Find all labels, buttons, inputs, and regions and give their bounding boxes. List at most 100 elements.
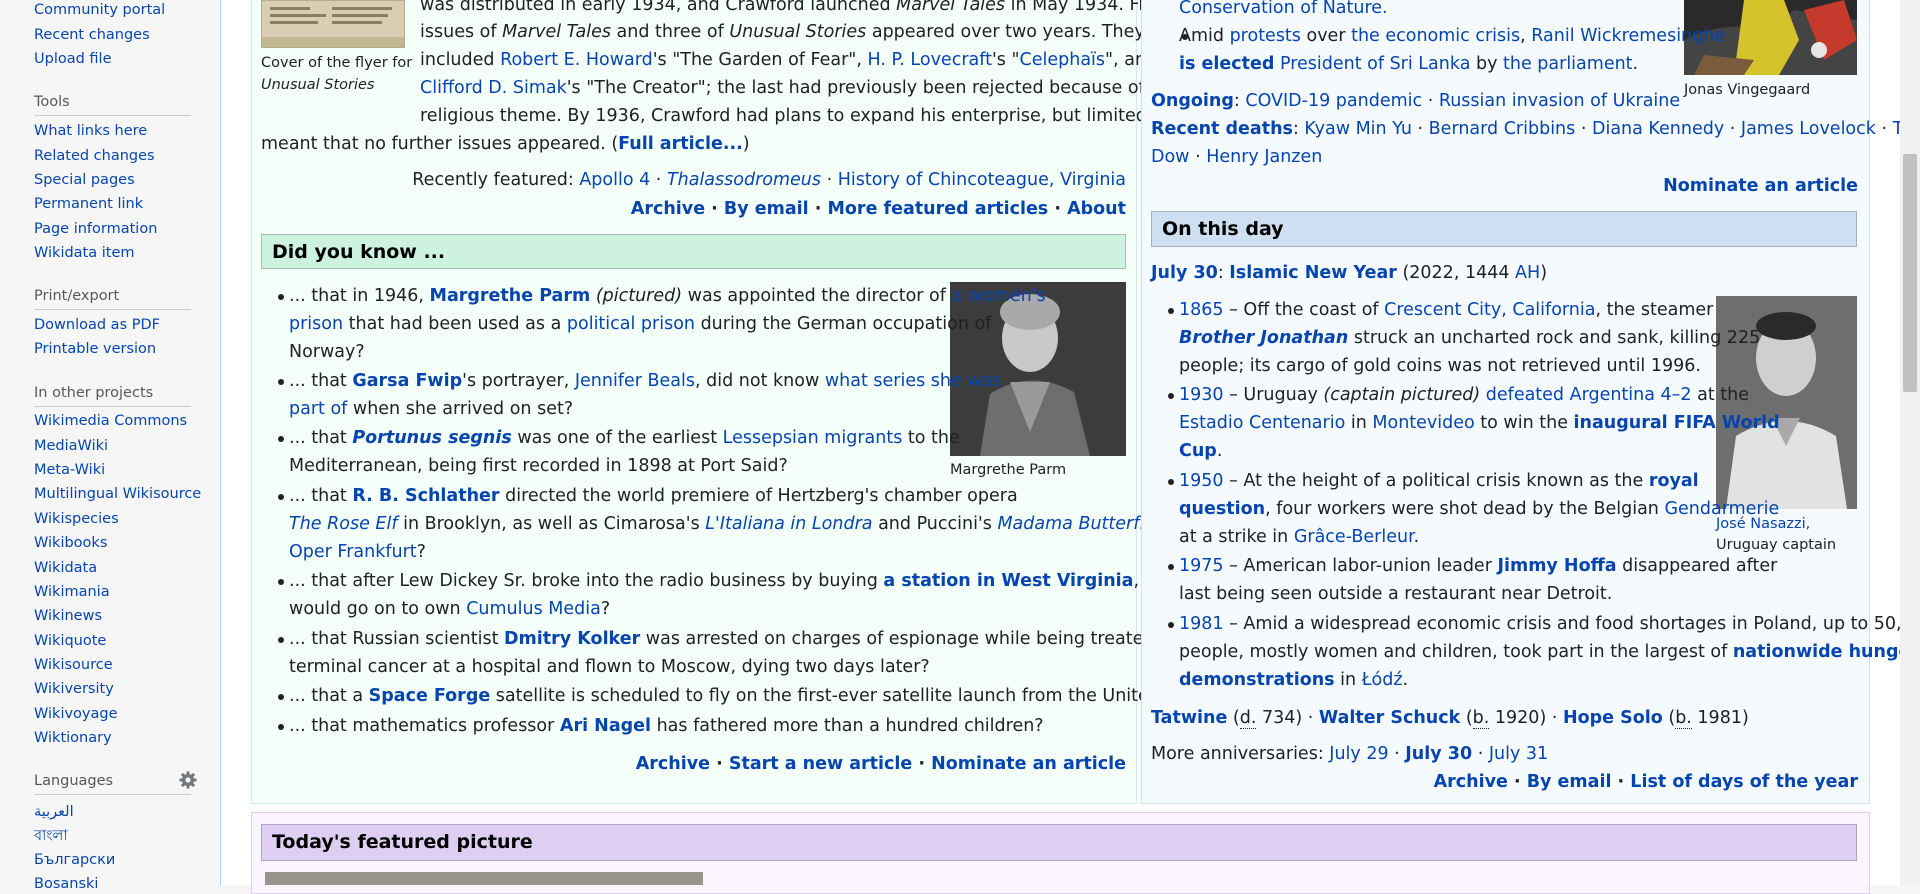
link[interactable]: R. B. Schlather <box>352 486 499 506</box>
link[interactable]: Hope Solo <box>1563 708 1663 728</box>
archive-link[interactable]: Archive <box>1434 772 1508 792</box>
link[interactable]: prison <box>289 314 343 334</box>
link[interactable]: The Rose Elf <box>289 514 398 534</box>
archive-link[interactable]: Archive <box>636 754 710 774</box>
sidebar-item-project[interactable]: Wikinews <box>34 607 102 625</box>
link[interactable]: Walter Schuck <box>1319 708 1460 728</box>
link[interactable]: Oper Frankfurt <box>289 542 417 562</box>
link[interactable]: Cup <box>1179 441 1217 461</box>
link[interactable]: a station in West Virginia <box>883 571 1133 591</box>
link[interactable]: Islamic New Year <box>1229 263 1397 283</box>
language-link[interactable]: Български <box>34 851 115 869</box>
link[interactable]: nationwide hunger <box>1733 642 1919 662</box>
link[interactable]: Conservation of Nature. <box>1179 0 1388 18</box>
sidebar-item-project[interactable]: Wikibooks <box>34 534 107 552</box>
link[interactable]: political prison <box>567 314 695 334</box>
sidebar-item-project[interactable]: Wikidata <box>34 559 97 577</box>
link[interactable]: Tatwine <box>1151 708 1227 728</box>
language-link[interactable]: বাংলা <box>34 827 68 845</box>
link[interactable]: Kyaw Min Yu <box>1304 119 1412 139</box>
link[interactable]: the economic crisis <box>1351 26 1520 46</box>
sidebar-item-project[interactable]: Meta-Wiki <box>34 461 105 479</box>
link[interactable]: Margrethe Parm <box>430 286 591 306</box>
link[interactable]: Cumulus Media <box>466 599 601 619</box>
link[interactable]: President of Sri Lanka <box>1274 54 1470 74</box>
year-link[interactable]: 1950 <box>1179 471 1224 491</box>
link[interactable]: Jennifer Beals <box>575 371 695 391</box>
featured-picture-image[interactable] <box>265 872 703 885</box>
link[interactable]: demonstrations <box>1179 670 1335 690</box>
sidebar-item-related-changes[interactable]: Related changes <box>34 147 155 165</box>
link[interactable]: the parliament <box>1503 54 1633 74</box>
link[interactable]: question <box>1179 499 1265 519</box>
sidebar-item-recent-changes[interactable]: Recent changes <box>34 26 150 44</box>
link[interactable]: H. P. Lovecraft <box>868 50 992 70</box>
sidebar-item-project[interactable]: Wikimedia Commons <box>34 412 187 430</box>
sidebar-item-project[interactable]: Wikivoyage <box>34 705 118 723</box>
list-of-days-link[interactable]: List of days of the year <box>1630 772 1858 792</box>
start-new-article-link[interactable]: Start a new article <box>729 754 912 774</box>
sidebar-item-what-links-here[interactable]: What links here <box>34 122 147 140</box>
link[interactable]: what series she was <box>825 371 1002 391</box>
link[interactable]: Brother Jonathan <box>1179 328 1348 348</box>
ongoing-label[interactable]: Ongoing <box>1151 91 1234 111</box>
sidebar-item-download-pdf[interactable]: Download as PDF <box>34 316 160 334</box>
year-link[interactable]: 1865 <box>1179 300 1224 320</box>
link[interactable]: part of <box>289 399 347 419</box>
flyer-cover-image[interactable] <box>261 0 405 48</box>
link[interactable]: Ranil Wickremesinghe <box>1531 26 1725 46</box>
link[interactable]: July 29 <box>1329 744 1388 764</box>
sidebar-item-project[interactable]: Wikispecies <box>34 510 119 528</box>
link[interactable]: Robert E. Howard <box>500 50 653 70</box>
gear-icon[interactable] <box>178 770 198 790</box>
link[interactable]: COVID-19 pandemic <box>1245 91 1422 111</box>
link[interactable]: protests <box>1230 26 1301 46</box>
link[interactable]: Russian invasion of Ukraine <box>1439 91 1680 111</box>
link[interactable]: Lessepsian migrants <box>723 428 903 448</box>
year-link[interactable]: 1975 <box>1179 556 1224 576</box>
sidebar-item-project[interactable]: MediaWiki <box>34 437 108 455</box>
link[interactable]: Clifford D. Simak <box>420 78 567 98</box>
nominate-article-link[interactable]: Nominate an article <box>931 754 1126 774</box>
sidebar-item-permanent-link[interactable]: Permanent link <box>34 195 143 213</box>
about-link[interactable]: About <box>1067 199 1126 219</box>
sidebar-item-project[interactable]: Wikiquote <box>34 632 106 650</box>
link[interactable]: Montevideo <box>1372 413 1474 433</box>
recent-deaths-label[interactable]: Recent deaths <box>1151 119 1293 139</box>
link[interactable]: Celephaïs <box>1020 50 1106 70</box>
sidebar-item-printable-version[interactable]: Printable version <box>34 340 156 358</box>
full-article-link[interactable]: Full article... <box>618 134 743 154</box>
link[interactable]: Ari Nagel <box>560 716 651 736</box>
year-link[interactable]: 1930 <box>1179 385 1224 405</box>
link[interactable]: Dow <box>1151 147 1190 167</box>
link[interactable]: Łódź <box>1362 670 1403 690</box>
link[interactable]: is elected <box>1179 54 1274 74</box>
sidebar-item-project[interactable]: Wikiversity <box>34 680 114 698</box>
link[interactable]: Crescent City, California <box>1384 300 1595 320</box>
link[interactable]: Apollo 4 <box>579 170 650 190</box>
link[interactable]: Gendarmerie <box>1664 499 1779 519</box>
sidebar-item-upload-file[interactable]: Upload file <box>34 50 112 68</box>
link[interactable]: Grâce-Berleur <box>1294 527 1414 547</box>
link[interactable]: Dmitry Kolker <box>504 629 640 649</box>
link[interactable]: Diana Kennedy <box>1592 119 1724 139</box>
link[interactable]: James Lovelock <box>1741 119 1876 139</box>
link[interactable]: royal <box>1649 471 1699 491</box>
link[interactable]: Jimmy Hoffa <box>1497 556 1616 576</box>
sidebar-item-project[interactable]: Wikisource <box>34 656 113 674</box>
nominate-article-link[interactable]: Nominate an article <box>1663 176 1858 196</box>
scrollbar-thumb[interactable] <box>1903 154 1917 392</box>
link[interactable]: Estadio Centenario <box>1179 413 1345 433</box>
sidebar-item-wikidata-item[interactable]: Wikidata item <box>34 244 135 262</box>
link[interactable]: Portunus segnis <box>352 428 511 448</box>
sidebar-item-project[interactable]: Wikimania <box>34 583 110 601</box>
link[interactable]: Bernard Cribbins <box>1429 119 1576 139</box>
archive-link[interactable]: Archive <box>631 199 705 219</box>
link[interactable]: Garsa Fwip <box>352 371 462 391</box>
link[interactable]: History of Chincoteague, Virginia <box>838 170 1126 190</box>
by-email-link[interactable]: By email <box>1527 772 1612 792</box>
scrollbar-track[interactable] <box>1900 0 1920 885</box>
link[interactable]: Henry Janzen <box>1206 147 1322 167</box>
link[interactable]: Thalassodromeus <box>667 170 821 190</box>
link[interactable]: a women's <box>951 286 1045 306</box>
